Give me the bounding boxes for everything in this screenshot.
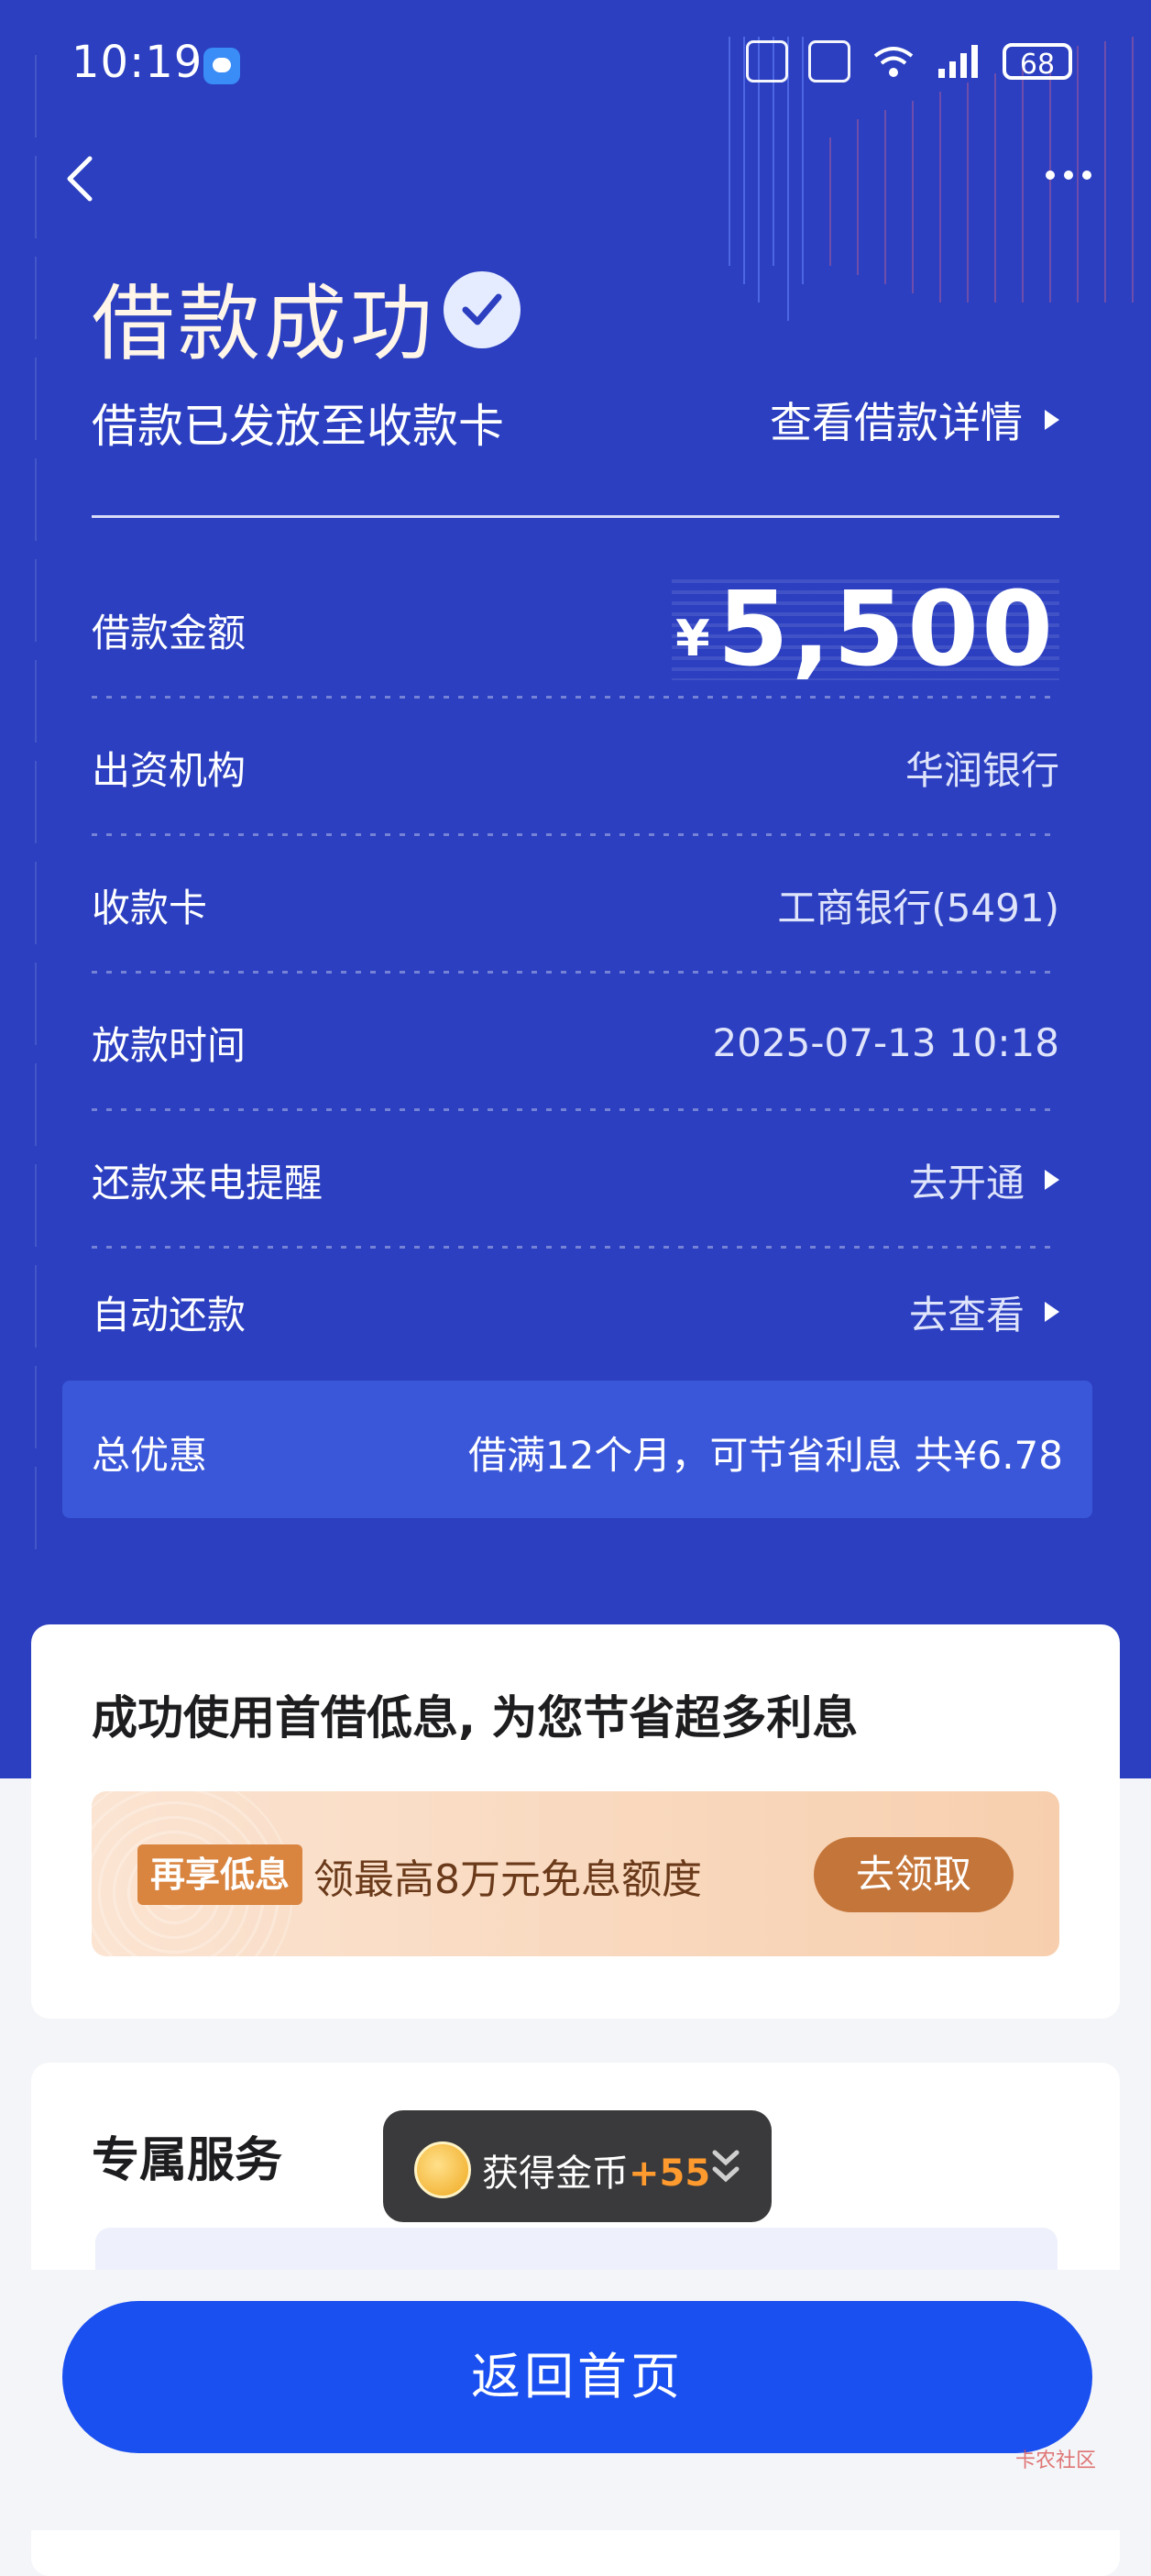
watermark: 卡农社区 xyxy=(1014,2449,1096,2472)
coin-icon xyxy=(414,2141,471,2198)
message-app-icon xyxy=(203,48,240,84)
detail-row-card: 收款卡 工商银行(5491) xyxy=(92,836,1059,974)
claim-button[interactable]: 去领取 xyxy=(814,1837,1014,1912)
service-card-heading: 专属服务 xyxy=(92,2133,283,2188)
loan-amount: ¥ 5,500 xyxy=(672,570,1059,689)
card-value: 工商银行(5491) xyxy=(777,885,1059,930)
more-dots-icon xyxy=(1046,171,1091,180)
view-loan-detail-link[interactable]: 查看借款详情 xyxy=(770,390,1059,450)
currency-symbol: ¥ xyxy=(675,610,710,667)
discount-label: 总优惠 xyxy=(92,1433,208,1478)
promo-tag: 再享低息 xyxy=(137,1844,303,1905)
alarm-icon xyxy=(746,40,788,83)
toast-text: 获得金币+55 xyxy=(482,2143,710,2196)
discount-value: 借满12个月，可节省利息 共¥6.78 xyxy=(467,1433,1063,1478)
back-button[interactable] xyxy=(55,151,110,206)
page-title: 借款成功 xyxy=(92,276,436,372)
call-reminder-value: 去开通 xyxy=(908,1160,1025,1205)
status-icons: 68 xyxy=(746,40,1072,83)
divider xyxy=(92,515,1059,518)
coin-toast[interactable]: 获得金币+55 xyxy=(383,2110,772,2222)
view-loan-detail-label: 查看借款详情 xyxy=(770,398,1023,447)
status-time: 10:19 xyxy=(71,37,203,88)
promo-card-heading: 成功使用首借低息, 为您节省超多利息 xyxy=(92,1691,859,1745)
time-value: 2025-07-13 10:18 xyxy=(712,1019,1059,1065)
detail-row-amount: 借款金额 ¥ 5,500 xyxy=(92,561,1059,699)
detail-row-time: 放款时间 2025-07-13 10:18 xyxy=(92,974,1059,1111)
battery-indicator: 68 xyxy=(1003,43,1072,81)
auto-repay-value: 去查看 xyxy=(908,1292,1025,1338)
total-discount-bar: 总优惠 借满12个月，可节省利息 共¥6.78 xyxy=(62,1381,1092,1518)
caret-right-icon xyxy=(1045,1170,1059,1190)
chevron-left-icon xyxy=(67,156,93,202)
signal-icon xyxy=(938,45,978,78)
caret-right-icon xyxy=(1045,1302,1059,1322)
time-label: 放款时间 xyxy=(92,1022,247,1068)
promo-text: 领最高8万元免息额度 xyxy=(313,1856,702,1903)
funder-value: 华润银行 xyxy=(904,747,1059,793)
caret-right-icon xyxy=(1045,410,1059,430)
page-subtitle: 借款已发放至收款卡 xyxy=(92,400,504,453)
chevron-down-icon xyxy=(712,2150,740,2183)
vibrate-icon xyxy=(808,40,850,83)
card-label: 收款卡 xyxy=(92,885,208,930)
detail-row-funder: 出资机构 华润银行 xyxy=(92,699,1059,836)
auto-repay-action[interactable]: 去查看 xyxy=(909,1284,1059,1340)
promo-banner[interactable]: 再享低息 领最高8万元免息额度 去领取 xyxy=(92,1791,1059,1956)
detail-row-auto-repay[interactable]: 自动还款 去查看 xyxy=(92,1243,1059,1381)
wifi-icon xyxy=(873,47,914,77)
call-reminder-label: 还款来电提醒 xyxy=(92,1160,323,1205)
return-home-button[interactable]: 返回首页 xyxy=(62,2301,1092,2453)
funder-label: 出资机构 xyxy=(92,747,247,793)
promo-card: 成功使用首借低息, 为您节省超多利息 再享低息 领最高8万元免息额度 去领取 xyxy=(31,1624,1120,2019)
auto-repay-label: 自动还款 xyxy=(92,1292,247,1338)
detail-row-call-reminder[interactable]: 还款来电提醒 去开通 xyxy=(92,1111,1059,1249)
toast-amount: +55 xyxy=(629,2152,711,2195)
status-bar: 10:19 68 xyxy=(0,0,1151,128)
side-decoration xyxy=(35,55,37,1549)
success-check-icon xyxy=(444,271,521,348)
amount-value: 5,500 xyxy=(717,570,1056,689)
toast-label: 获得金币 xyxy=(482,2152,629,2195)
more-button[interactable] xyxy=(1041,156,1096,202)
amount-label: 借款金额 xyxy=(92,610,247,655)
call-reminder-action[interactable]: 去开通 xyxy=(909,1152,1059,1208)
